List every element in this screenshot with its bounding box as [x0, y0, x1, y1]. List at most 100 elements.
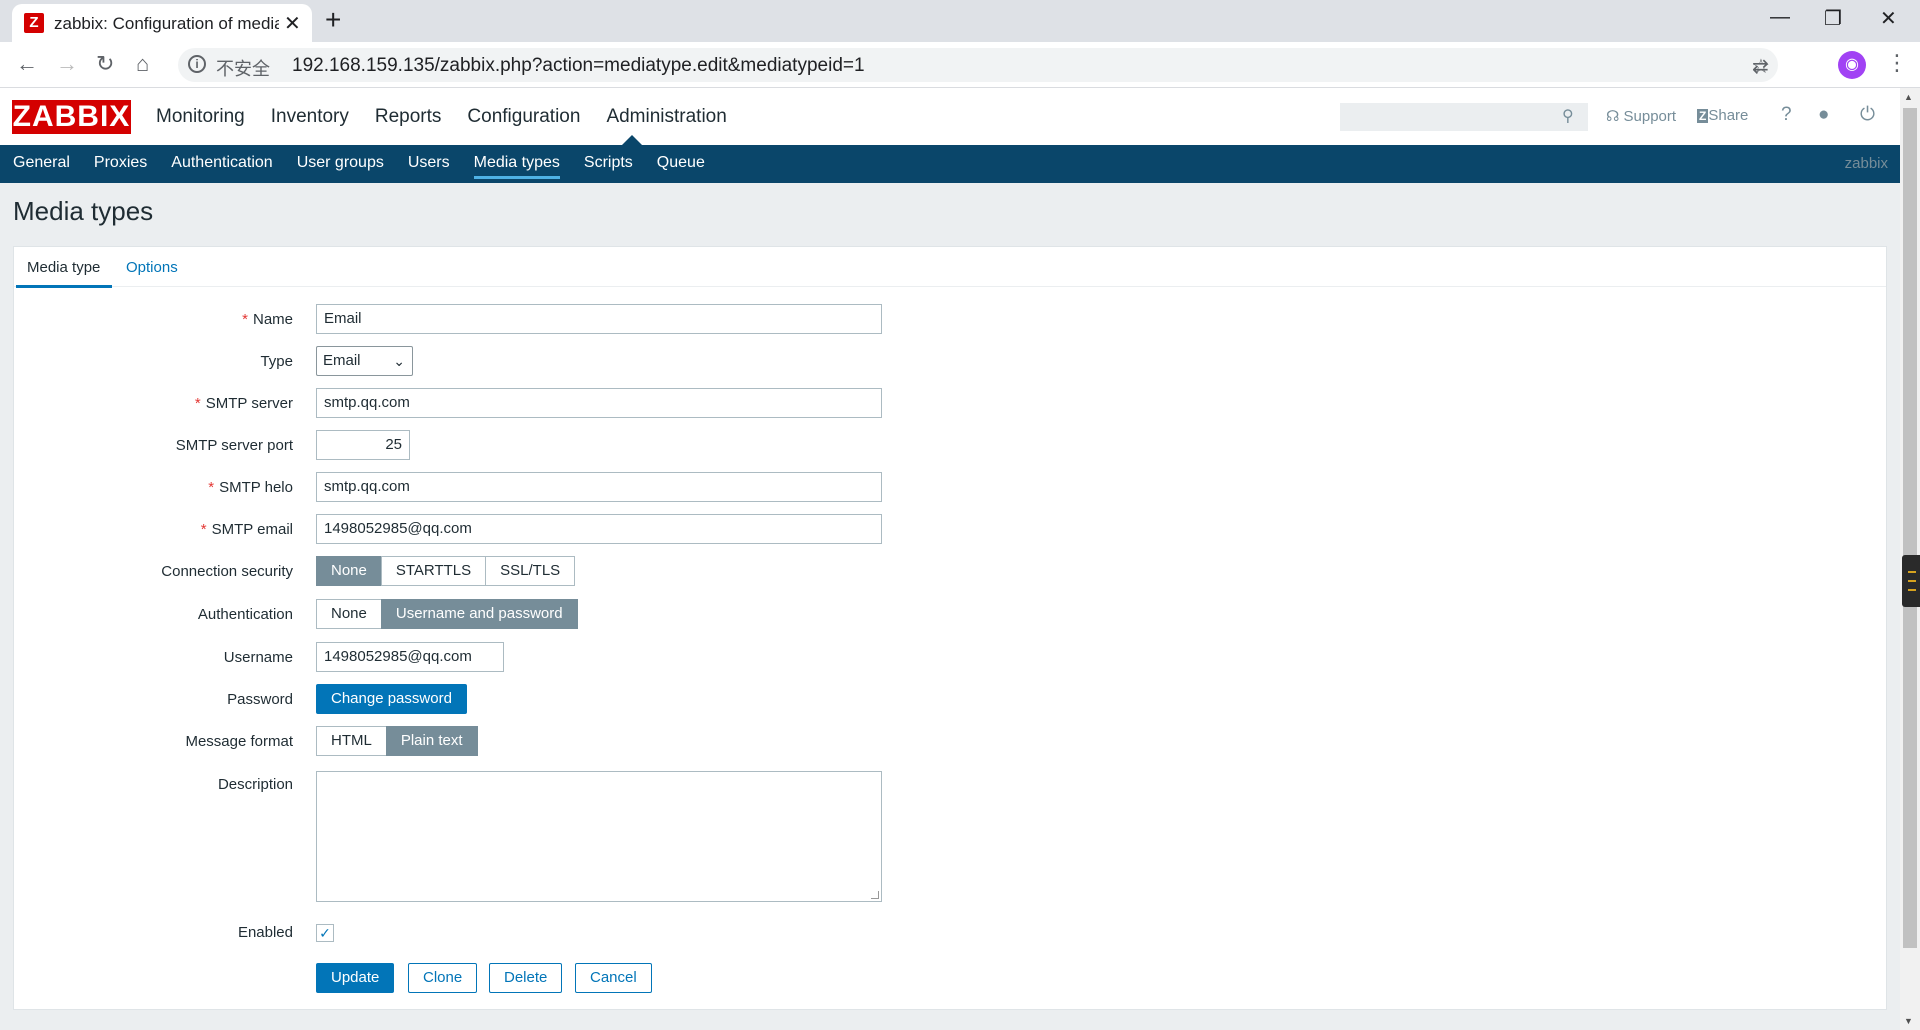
search-input[interactable]	[1340, 103, 1588, 131]
help-icon[interactable]: ?	[1781, 104, 1792, 126]
home-icon[interactable]: ⌂	[136, 51, 149, 77]
username-field[interactable]: 1498052985@qq.com	[316, 642, 504, 672]
smtp-server-label: * SMTP server	[194, 395, 293, 412]
profile-avatar[interactable]: ◉	[1838, 51, 1866, 79]
password-label: Password	[227, 691, 293, 708]
subnav-scripts[interactable]: Scripts	[584, 154, 633, 172]
active-menu-caret	[622, 135, 642, 145]
smtp-server-field[interactable]: smtp.qq.com	[316, 388, 882, 418]
support-label: Support	[1623, 108, 1677, 125]
sign-out-icon[interactable]: ⏻	[1860, 104, 1875, 126]
format-plain-text[interactable]: Plain text	[385, 726, 478, 756]
subnav-general[interactable]: General	[13, 154, 70, 172]
scroll-up-icon[interactable]: ▲	[1904, 92, 1913, 102]
checkmark-icon: ✓	[319, 925, 331, 941]
browser-menu-icon[interactable]: ⋮	[1886, 50, 1908, 76]
clone-button[interactable]: Clone	[408, 963, 478, 993]
tab-media-type[interactable]: Media type	[15, 259, 113, 288]
subnav-users[interactable]: Users	[408, 154, 450, 172]
update-button[interactable]: Update	[316, 963, 395, 993]
menu-configuration[interactable]: Configuration	[467, 106, 580, 128]
description-label: Description	[217, 776, 293, 793]
forward-icon[interactable]: →	[56, 51, 78, 77]
browser-tab[interactable]: Z zabbix: Configuration of media types ✕	[12, 4, 312, 42]
resize-grip-icon[interactable]	[871, 891, 879, 899]
smtp-helo-field[interactable]: smtp.qq.com	[316, 472, 882, 502]
smtp-email-field[interactable]: 1498052985@qq.com	[316, 514, 882, 544]
current-user: zabbix	[1844, 155, 1888, 172]
media-type-form-panel: Media type Options * Name Email Type Emai…	[13, 246, 1887, 1010]
url-text[interactable]: 192.168.159.135/zabbix.php?action=mediat…	[292, 55, 865, 77]
headset-icon: ☊	[1606, 108, 1624, 125]
share-label: Share	[1708, 107, 1749, 124]
type-select[interactable]: Email ⌄	[316, 346, 413, 376]
scroll-thumb[interactable]	[1903, 108, 1917, 948]
conn-security-none[interactable]: None	[316, 556, 382, 586]
smtp-port-label: SMTP server port	[175, 437, 293, 454]
cancel-button[interactable]: Cancel	[575, 963, 652, 993]
message-format-radio: HTML Plain text	[316, 726, 478, 756]
username-label: Username	[223, 649, 293, 666]
subnav-queue[interactable]: Queue	[657, 154, 705, 172]
insecure-label: 不安全	[216, 59, 270, 79]
subnav-authentication[interactable]: Authentication	[171, 154, 272, 172]
window-close-icon[interactable]: ✕	[1880, 6, 1897, 31]
name-label: * Name	[242, 311, 293, 328]
smtp-email-label: * SMTP email	[200, 521, 293, 538]
support-link[interactable]: ☊ Support	[1606, 107, 1676, 125]
menu-administration[interactable]: Administration	[606, 106, 726, 128]
tab-options[interactable]: Options	[126, 259, 178, 276]
user-profile-icon[interactable]: ●	[1818, 104, 1829, 126]
subnav-user-groups[interactable]: User groups	[297, 154, 384, 172]
delete-button[interactable]: Delete	[489, 963, 563, 993]
page-title: Media types	[13, 196, 154, 226]
main-menu: Monitoring Inventory Reports Configurati…	[156, 106, 727, 128]
search-icon[interactable]: ⚲	[1562, 106, 1574, 126]
new-tab-icon[interactable]: +	[325, 4, 341, 36]
zabbix-favicon-icon: Z	[24, 13, 44, 33]
close-tab-icon[interactable]: ✕	[284, 11, 301, 36]
enabled-label: Enabled	[237, 924, 293, 941]
browser-tab-title: zabbix: Configuration of media types	[54, 14, 279, 33]
browser-tab-strip: Z zabbix: Configuration of media types ✕…	[0, 0, 1920, 42]
authentication-label: Authentication	[197, 606, 293, 623]
zabbix-logo[interactable]: ZABBIX	[12, 100, 131, 134]
type-label: Type	[260, 353, 293, 370]
name-field[interactable]: Email	[316, 304, 882, 334]
subnav-proxies[interactable]: Proxies	[94, 154, 147, 172]
address-bar[interactable]: i 不安全 192.168.159.135/zabbix.php?action=…	[178, 48, 1778, 82]
chevron-down-icon: ⌄	[393, 353, 405, 369]
minimize-icon[interactable]: —	[1770, 6, 1790, 29]
zabbix-header: ZABBIX Monitoring Inventory Reports Conf…	[0, 88, 1900, 145]
share-link[interactable]: Z Share	[1697, 107, 1748, 124]
auth-none[interactable]: None	[316, 599, 382, 629]
browser-toolbar: ← → ↻ ⌂ i 不安全 192.168.159.135/zabbix.php…	[0, 42, 1920, 88]
reload-icon[interactable]: ↻	[96, 51, 114, 77]
back-icon[interactable]: ←	[16, 51, 38, 77]
menu-inventory[interactable]: Inventory	[271, 106, 349, 128]
subnav-media-types[interactable]: Media types	[473, 154, 561, 179]
change-password-button[interactable]: Change password	[316, 684, 467, 714]
authentication-radio: None Username and password	[316, 599, 578, 629]
auth-username-password[interactable]: Username and password	[380, 599, 578, 629]
connection-security-label: Connection security	[161, 563, 293, 580]
enabled-checkbox[interactable]: ✓	[316, 924, 334, 942]
translate-icon[interactable]: ⇄	[1752, 54, 1769, 79]
connection-security-radio: None STARTTLS SSL/TLS	[316, 556, 576, 586]
format-html[interactable]: HTML	[316, 726, 387, 756]
message-format-label: Message format	[185, 733, 293, 750]
conn-security-ssl-tls[interactable]: SSL/TLS	[485, 556, 576, 586]
smtp-port-field[interactable]: 25	[316, 430, 410, 460]
type-select-value: Email	[323, 352, 361, 369]
info-icon[interactable]: i	[188, 55, 206, 73]
conn-security-starttls[interactable]: STARTTLS	[380, 556, 487, 586]
scroll-down-icon[interactable]: ▼	[1904, 1016, 1913, 1026]
menu-reports[interactable]: Reports	[375, 106, 442, 128]
side-widget[interactable]	[1902, 555, 1920, 607]
restore-icon[interactable]: ❐	[1824, 6, 1842, 31]
menu-monitoring[interactable]: Monitoring	[156, 106, 245, 128]
smtp-helo-label: * SMTP helo	[208, 479, 293, 496]
description-textarea[interactable]	[316, 771, 882, 902]
form-tabs: Media type Options	[14, 247, 1886, 288]
admin-subnav: General Proxies Authentication User grou…	[0, 145, 1900, 183]
